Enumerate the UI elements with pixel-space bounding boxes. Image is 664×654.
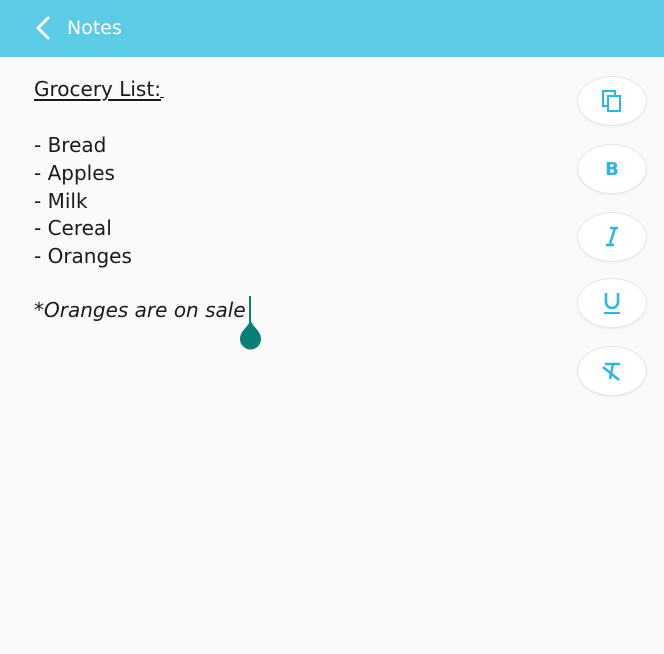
cursor-handle[interactable] xyxy=(240,318,261,350)
note-heading: Grocery List: xyxy=(34,77,161,101)
grocery-list: - Bread - Apples - Milk - Cereal - Orang… xyxy=(34,131,132,270)
footnote-text: Oranges are on sale xyxy=(44,298,246,322)
svg-text:B: B xyxy=(605,159,619,180)
list-item: - Cereal xyxy=(34,216,112,241)
clear-format-icon xyxy=(602,362,620,381)
sale-note: *Oranges are on sale xyxy=(34,296,246,324)
bold-button[interactable]: B xyxy=(577,144,647,194)
underline-button[interactable] xyxy=(577,278,647,328)
list-item: - Oranges xyxy=(34,244,132,269)
chevron-left-icon xyxy=(36,16,50,40)
app-header: Notes xyxy=(0,0,664,57)
clear-format-button[interactable] xyxy=(577,346,647,396)
list-item: - Apples xyxy=(34,160,115,185)
copy-button[interactable] xyxy=(577,76,647,126)
copy-icon xyxy=(602,90,621,112)
list-item: - Bread xyxy=(34,133,107,157)
bold-icon: B xyxy=(605,159,619,180)
list-item: - Milk xyxy=(34,188,88,213)
heading-underline-tail xyxy=(160,97,164,98)
back-button[interactable] xyxy=(28,14,58,42)
italic-icon xyxy=(606,226,618,247)
footnote-mark: * xyxy=(34,298,44,322)
app-title: Notes xyxy=(67,17,122,39)
underline-icon xyxy=(604,293,620,314)
italic-button[interactable] xyxy=(577,212,647,262)
